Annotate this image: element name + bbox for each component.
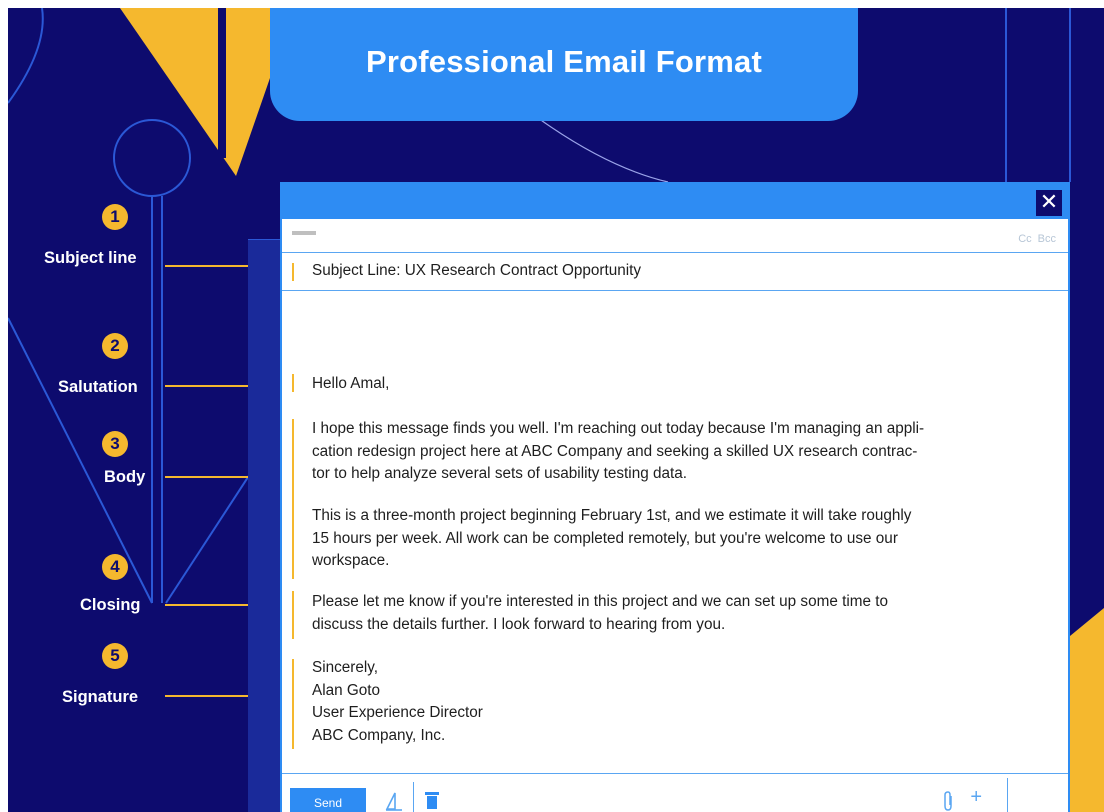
signature-block: Sincerely, Alan Goto User Experience Dir… bbox=[312, 657, 483, 747]
body-paragraph-1: I hope this message finds you well. I'm … bbox=[312, 418, 1032, 486]
bcc-link[interactable]: Bcc bbox=[1038, 233, 1056, 245]
closing-paragraph: Please let me know if you're interested … bbox=[312, 591, 1032, 636]
email-footer-toolbar: Send + bbox=[282, 773, 1068, 812]
closing-bracket bbox=[292, 591, 294, 639]
email-body[interactable]: Hello Amal, I hope this message finds yo… bbox=[282, 291, 1068, 773]
plus-icon[interactable]: + bbox=[970, 786, 982, 809]
signature-line: Sincerely, bbox=[312, 659, 379, 676]
signature-line: ABC Company, Inc. bbox=[312, 726, 446, 744]
email-compose-window: ✕ Cc Bcc Subject Line: UX Research Contra… bbox=[280, 182, 1070, 812]
format-text-icon[interactable] bbox=[384, 790, 404, 812]
cc-link[interactable]: Cc bbox=[1018, 233, 1031, 245]
dark-stripe bbox=[218, 8, 226, 158]
closing-line: Please let me know if you're interested … bbox=[312, 593, 888, 610]
paperclip-icon[interactable] bbox=[940, 790, 956, 812]
body-bracket bbox=[292, 419, 294, 579]
subject-bracket bbox=[292, 263, 294, 281]
cc-bcc-links: Cc Bcc bbox=[1012, 233, 1056, 245]
section-number-4: 4 bbox=[102, 554, 128, 580]
title-banner: Professional Email Format bbox=[270, 8, 858, 121]
trash-icon[interactable] bbox=[424, 790, 440, 810]
infographic-canvas: Professional Email Format 1 Subject line… bbox=[8, 8, 1104, 812]
signature-bracket bbox=[292, 659, 294, 749]
yellow-stripe bbox=[233, 8, 237, 68]
section-label-body: Body bbox=[104, 468, 146, 486]
salutation-text: Hello Amal, bbox=[312, 375, 390, 392]
body-paragraph-1-line: tor to help analyze several sets of usab… bbox=[312, 465, 687, 482]
send-button[interactable]: Send bbox=[290, 788, 366, 812]
page-title: Professional Email Format bbox=[365, 44, 763, 79]
section-label-salutation: Salutation bbox=[58, 378, 138, 396]
section-label-signature: Signature bbox=[62, 688, 139, 706]
body-paragraph-2-line: 15 hours per week. All work can be compl… bbox=[312, 529, 898, 547]
body-paragraph-2: This is a three-month project beginning … bbox=[312, 505, 1032, 573]
section-label-subject-line: Subject line bbox=[44, 249, 137, 267]
subject-row[interactable]: Subject Line: UX Research Contract Oppor… bbox=[282, 253, 1068, 291]
closing-line: discuss the details further. I look forw… bbox=[312, 615, 726, 633]
email-titlebar: ✕ bbox=[282, 184, 1068, 219]
subject-text: Subject Line: UX Research Contract Oppor… bbox=[312, 262, 642, 279]
body-paragraph-1-line: I hope this message finds you well. I'm … bbox=[312, 420, 925, 437]
recipient-placeholder-dash bbox=[292, 231, 316, 235]
footer-divider bbox=[413, 782, 414, 812]
section-number-3: 3 bbox=[102, 431, 128, 457]
section-number-1: 1 bbox=[102, 204, 128, 230]
signature-line: User Experience Director bbox=[312, 704, 483, 721]
yellow-triangle-top bbox=[120, 8, 270, 176]
section-number-5: 5 bbox=[102, 643, 128, 669]
footer-divider-right bbox=[1007, 778, 1008, 812]
section-number-2: 2 bbox=[102, 333, 128, 359]
yellow-shape-bottom-right bbox=[1070, 608, 1104, 812]
section-label-closing: Closing bbox=[80, 596, 141, 614]
close-icon[interactable]: ✕ bbox=[1036, 190, 1062, 216]
recipient-row[interactable]: Cc Bcc bbox=[282, 219, 1068, 253]
body-paragraph-2-line: workspace. bbox=[312, 552, 390, 569]
body-paragraph-2-line: This is a three-month project beginning … bbox=[312, 507, 912, 524]
body-paragraph-1-line: cation redesign project here at ABC Comp… bbox=[312, 442, 918, 460]
signature-line: Alan Goto bbox=[312, 681, 381, 699]
salutation-bracket bbox=[292, 374, 294, 392]
